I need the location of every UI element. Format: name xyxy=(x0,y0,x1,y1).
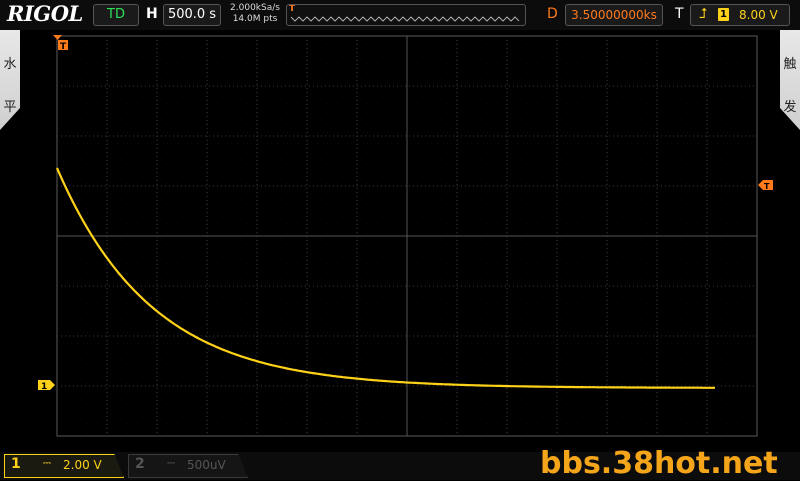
memory-depth: 14.0M pts xyxy=(232,14,278,24)
trigger-tab-char-2: 发 xyxy=(783,100,797,115)
svg-text:T: T xyxy=(764,182,770,191)
timebase-value[interactable]: 500.0 s xyxy=(163,4,221,26)
delay-label: D xyxy=(547,6,558,22)
svg-text:1: 1 xyxy=(41,382,47,392)
svg-text:T: T xyxy=(60,42,67,52)
horizontal-label: H xyxy=(146,6,158,22)
trigger-level-marker: T xyxy=(758,180,773,191)
waveform-display[interactable]: T T 1 xyxy=(0,30,800,450)
trigger-label: T xyxy=(675,6,684,22)
top-status-bar: RIGOL TD H 500.0 s 2.000kSa/s 14.0M pts … xyxy=(0,0,800,30)
channel1-number: 1 xyxy=(11,456,21,472)
channel1-offset-marker: 1 xyxy=(38,380,55,392)
horizontal-tab-char-1: 水 xyxy=(3,57,17,72)
horizontal-delay-value[interactable]: 3.50000000ks xyxy=(565,4,663,26)
dc-coupling-icon: ⎓ xyxy=(167,458,175,469)
brand-logo: RIGOL xyxy=(7,1,83,26)
channel2-indicator[interactable]: 2 ⎓ 500uV xyxy=(128,454,248,478)
run-state-indicator[interactable]: TD xyxy=(93,4,139,26)
channel-status-bar: 1 ⎓ 2.00 V 2 ⎓ 500uV bbs.38hot.net xyxy=(0,446,800,481)
memory-overview-bar[interactable]: T xyxy=(286,4,526,26)
trigger-source-badge: 1 xyxy=(718,8,729,21)
channel2-number: 2 xyxy=(135,456,145,472)
watermark-text: bbs.38hot.net xyxy=(540,446,778,481)
trigger-position-icon: T xyxy=(289,4,296,14)
channel1-indicator[interactable]: 1 ⎓ 2.00 V xyxy=(4,454,124,478)
dc-coupling-icon: ⎓ xyxy=(43,458,51,469)
acquisition-info: 2.000kSa/s 14.0M pts xyxy=(225,3,285,25)
rising-edge-icon: ⮥ xyxy=(699,6,708,22)
trigger-level-value: 8.00 V xyxy=(739,8,778,22)
memory-waveform-preview xyxy=(290,16,520,22)
trigger-tab-char-1: 触 xyxy=(783,57,797,72)
channel2-scale: 500uV xyxy=(187,458,226,472)
sample-rate: 2.000kSa/s xyxy=(230,3,280,13)
trigger-settings[interactable]: ⮥ 1 8.00 V xyxy=(690,4,790,26)
horizontal-tab-char-2: 平 xyxy=(3,100,17,115)
graticule-svg: T T 1 xyxy=(38,35,773,437)
channel1-scale: 2.00 V xyxy=(63,458,102,472)
